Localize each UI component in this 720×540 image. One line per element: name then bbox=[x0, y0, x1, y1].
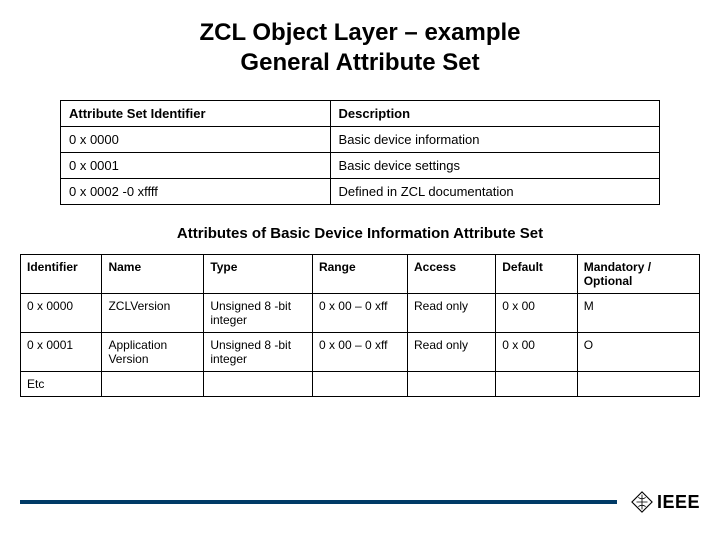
attribute-set-table: Attribute Set Identifier Description 0 x… bbox=[60, 100, 660, 205]
ieee-logo: IEEE bbox=[631, 491, 700, 513]
table-row: 0 x 0002 -0 xffff Defined in ZCL documen… bbox=[61, 179, 660, 205]
cell bbox=[496, 372, 577, 397]
header-access: Access bbox=[407, 255, 495, 294]
attribute-set-table-wrap: Attribute Set Identifier Description 0 x… bbox=[20, 100, 700, 205]
cell bbox=[204, 372, 313, 397]
slide-title: ZCL Object Layer – example General Attri… bbox=[20, 18, 700, 78]
table-row: Etc bbox=[21, 372, 700, 397]
cell: M bbox=[577, 294, 699, 333]
cell: 0 x 00 bbox=[496, 294, 577, 333]
header-identifier: Identifier bbox=[21, 255, 102, 294]
header-range: Range bbox=[312, 255, 407, 294]
title-line-2: General Attribute Set bbox=[240, 49, 479, 76]
footer-divider bbox=[20, 500, 617, 504]
cell: ZCLVersion bbox=[102, 294, 204, 333]
cell: Unsigned 8 -bit integer bbox=[204, 333, 313, 372]
cell: 0 x 00 bbox=[496, 333, 577, 372]
cell: Etc bbox=[21, 372, 102, 397]
header-mandatory: Mandatory / Optional bbox=[577, 255, 699, 294]
cell: 0 x 0000 bbox=[21, 294, 102, 333]
cell: 0 x 00 – 0 xff bbox=[312, 333, 407, 372]
slide-footer: IEEE bbox=[20, 486, 700, 518]
header-name: Name bbox=[102, 255, 204, 294]
cell: 0 x 0001 bbox=[61, 153, 331, 179]
table-header-row: Identifier Name Type Range Access Defaul… bbox=[21, 255, 700, 294]
attributes-detail-table: Identifier Name Type Range Access Defaul… bbox=[20, 254, 700, 397]
header-description: Description bbox=[330, 101, 659, 127]
header-identifier: Attribute Set Identifier bbox=[61, 101, 331, 127]
table-row: 0 x 0001 Basic device settings bbox=[61, 153, 660, 179]
cell bbox=[102, 372, 204, 397]
table-row: 0 x 0000 ZCLVersion Unsigned 8 -bit inte… bbox=[21, 294, 700, 333]
cell: 0 x 00 – 0 xff bbox=[312, 294, 407, 333]
cell: Read only bbox=[407, 294, 495, 333]
ieee-diamond-icon bbox=[631, 491, 653, 513]
cell: O bbox=[577, 333, 699, 372]
cell: Application Version bbox=[102, 333, 204, 372]
cell: 0 x 0002 -0 xffff bbox=[61, 179, 331, 205]
cell: Basic device settings bbox=[330, 153, 659, 179]
cell bbox=[312, 372, 407, 397]
cell: Read only bbox=[407, 333, 495, 372]
cell: Defined in ZCL documentation bbox=[330, 179, 659, 205]
header-type: Type bbox=[204, 255, 313, 294]
cell: 0 x 0000 bbox=[61, 127, 331, 153]
cell bbox=[407, 372, 495, 397]
table-row: 0 x 0000 Basic device information bbox=[61, 127, 660, 153]
header-default: Default bbox=[496, 255, 577, 294]
table-row: 0 x 0001 Application Version Unsigned 8 … bbox=[21, 333, 700, 372]
subtitle: Attributes of Basic Device Information A… bbox=[20, 225, 700, 242]
slide-content: ZCL Object Layer – example General Attri… bbox=[0, 0, 720, 397]
cell: 0 x 0001 bbox=[21, 333, 102, 372]
cell: Basic device information bbox=[330, 127, 659, 153]
table-header-row: Attribute Set Identifier Description bbox=[61, 101, 660, 127]
title-line-1: ZCL Object Layer – example bbox=[199, 19, 520, 46]
ieee-logo-text: IEEE bbox=[657, 492, 700, 513]
cell: Unsigned 8 -bit integer bbox=[204, 294, 313, 333]
cell bbox=[577, 372, 699, 397]
